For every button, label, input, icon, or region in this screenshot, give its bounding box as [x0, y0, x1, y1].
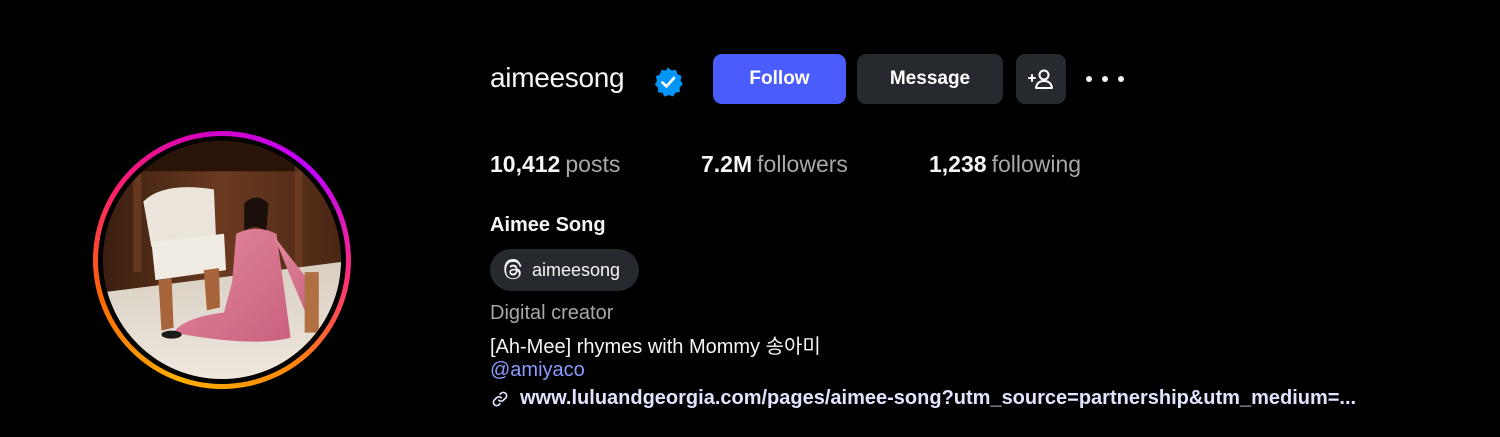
- threads-icon: [504, 259, 522, 280]
- verified-badge-icon: [654, 67, 683, 97]
- add-user-icon: [1028, 69, 1053, 89]
- following-label: following: [991, 151, 1082, 177]
- following-stat[interactable]: 1,238 following: [929, 151, 1081, 178]
- profile-header: aimeesong Follow Message 10,412 posts 7.2…: [0, 0, 1500, 437]
- threads-handle: aimeesong: [532, 259, 621, 280]
- bio-text: [Ah-Mee] rhymes with Mommy 송아미: [490, 336, 821, 358]
- story-ring[interactable]: [93, 131, 351, 389]
- full-name: Aimee Song: [490, 214, 606, 236]
- followers-count: 7.2M: [701, 151, 753, 177]
- follow-button[interactable]: Follow: [713, 54, 846, 104]
- posts-label: posts: [565, 151, 621, 177]
- avatar-photo: [103, 141, 341, 379]
- bio-mention-link[interactable]: @amiyaco: [490, 359, 585, 382]
- link-icon: [492, 391, 508, 406]
- posts-count: 10,412: [490, 151, 561, 177]
- username: aimeesong: [490, 62, 625, 93]
- external-link[interactable]: www.luluandgeorgia.com/pages/aimee-song?…: [490, 387, 1356, 410]
- followers-stat[interactable]: 7.2M followers: [701, 151, 848, 178]
- category-label: Digital creator: [490, 302, 614, 324]
- following-count: 1,238: [929, 151, 987, 177]
- avatar[interactable]: [103, 141, 341, 379]
- posts-stat: 10,412 posts: [490, 151, 620, 178]
- more-options-icon[interactable]: [1086, 66, 1124, 92]
- suggested-accounts-button[interactable]: [1016, 54, 1066, 104]
- followers-label: followers: [757, 151, 848, 177]
- threads-link[interactable]: aimeesong: [490, 249, 639, 291]
- external-link-text: www.luluandgeorgia.com/pages/aimee-song?…: [520, 387, 1357, 409]
- message-button[interactable]: Message: [857, 54, 1003, 104]
